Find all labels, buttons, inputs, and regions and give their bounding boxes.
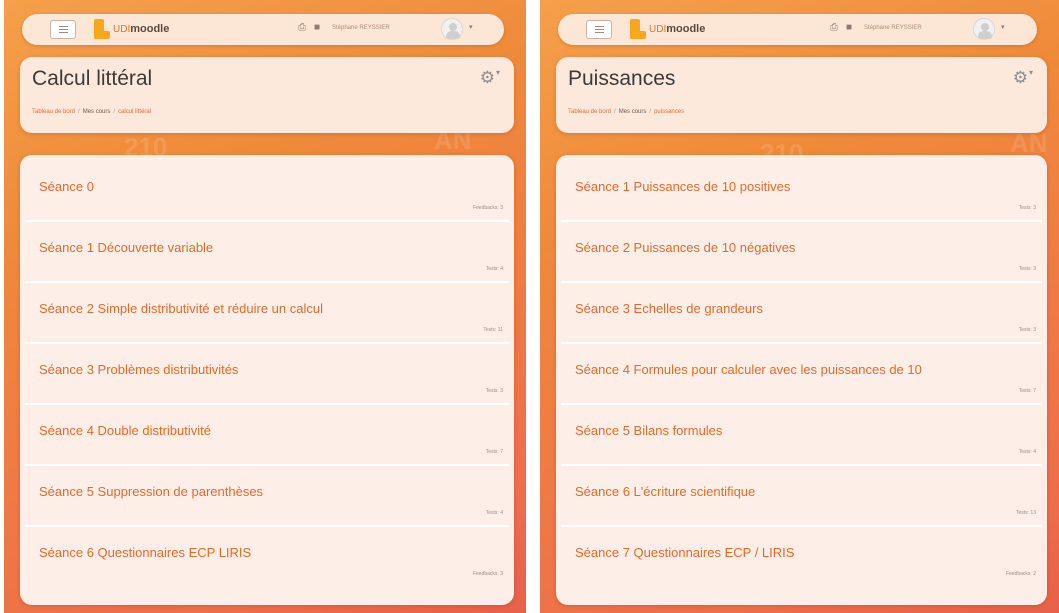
section-link[interactable]: Séance 7 Questionnaires ECP / LIRIS	[575, 545, 794, 560]
message-icon[interactable]: ■	[846, 22, 852, 33]
user-name[interactable]: Stéphane REYSSIER	[332, 25, 390, 31]
gear-icon[interactable]: ⚙▾	[1013, 68, 1033, 87]
section-activity-count: Tests: 13	[1015, 510, 1036, 516]
breadcrumb-my-courses[interactable]: Mes cours	[83, 109, 111, 115]
course-sections-list: Séance 0 Feedbacks: 3 Séance 1 Découvert…	[20, 155, 514, 605]
hamburger-icon[interactable]	[50, 20, 76, 39]
section-activity-count: Tests: 4	[485, 266, 503, 272]
section-link[interactable]: Séance 3 Problèmes distributivités	[39, 362, 238, 377]
course-section[interactable]: Séance 6 Questionnaires ECP LIRIS Feedba…	[25, 527, 509, 588]
course-window-calcul-litteral: 210 AN UDImoodle ⎙ ■ Stéphane REYSSIER ▾…	[4, 0, 526, 613]
top-navbar: UDImoodle ⎙ ■ Stéphane REYSSIER ▾	[558, 14, 1037, 45]
section-link[interactable]: Séance 1 Découverte variable	[39, 240, 213, 255]
section-link[interactable]: Séance 0	[39, 179, 94, 194]
section-link[interactable]: Séance 1 Puissances de 10 positives	[575, 179, 790, 194]
course-section[interactable]: Séance 4 Double distributivité Tests: 7	[25, 405, 509, 466]
page-title: Calcul littéral	[32, 67, 153, 90]
course-section[interactable]: Séance 3 Echelles de grandeurs Tests: 3	[561, 283, 1042, 344]
logo-name: moodle	[666, 23, 706, 35]
logo-mark	[94, 19, 110, 39]
section-activity-count: Feedbacks: 2	[1005, 571, 1036, 577]
user-avatar-icon[interactable]	[973, 18, 995, 40]
section-activity-count: Feedbacks: 3	[472, 205, 503, 211]
breadcrumb-current-course[interactable]: puissances	[654, 109, 684, 115]
section-activity-count: Tests: 3	[485, 388, 503, 394]
page-header: Puissances Tableau de bord / Mes cours / pui…	[556, 57, 1047, 133]
course-section[interactable]: Séance 0 Feedbacks: 3	[25, 161, 509, 222]
course-section[interactable]: Séance 1 Découverte variable Tests: 4	[25, 222, 509, 283]
section-link[interactable]: Séance 2 Simple distributivité et réduir…	[39, 301, 323, 316]
printer-icon[interactable]: ⎙	[830, 22, 838, 33]
section-link[interactable]: Séance 6 Questionnaires ECP LIRIS	[39, 545, 251, 560]
course-section[interactable]: Séance 5 Bilans formules Tests: 4	[561, 405, 1042, 466]
course-section[interactable]: Séance 6 L'écriture scientifique Tests: …	[561, 466, 1042, 527]
section-link[interactable]: Séance 5 Suppression de parenthèses	[39, 484, 263, 499]
logo-mark	[630, 19, 646, 39]
course-section[interactable]: Séance 2 Puissances de 10 négatives Test…	[561, 222, 1042, 283]
course-section[interactable]: Séance 7 Questionnaires ECP / LIRIS Feed…	[561, 527, 1042, 588]
message-icon[interactable]: ■	[314, 22, 320, 33]
course-sections-list: Séance 1 Puissances de 10 positives Test…	[556, 155, 1047, 605]
chevron-down-icon[interactable]: ▾	[469, 23, 473, 31]
breadcrumb: Tableau de bord / Mes cours / calcul littéra…	[32, 109, 152, 115]
gear-icon[interactable]: ⚙▾	[480, 68, 500, 87]
page-header: Calcul littéral Tableau de bord / Mes cour…	[20, 57, 514, 133]
breadcrumb-dashboard[interactable]: Tableau de bord	[32, 109, 75, 115]
course-section[interactable]: Séance 3 Problèmes distributivités Tests…	[25, 344, 509, 405]
section-link[interactable]: Séance 2 Puissances de 10 négatives	[575, 240, 795, 255]
section-link[interactable]: Séance 3 Echelles de grandeurs	[575, 301, 763, 316]
page-title: Puissances	[568, 67, 676, 90]
hamburger-icon[interactable]	[586, 20, 612, 39]
course-section[interactable]: Séance 4 Formules pour calculer avec les…	[561, 344, 1042, 405]
section-link[interactable]: Séance 6 L'écriture scientifique	[575, 484, 755, 499]
chevron-down-icon[interactable]: ▾	[1029, 68, 1033, 77]
section-activity-count: Tests: 11	[483, 327, 503, 333]
user-avatar-icon[interactable]	[441, 18, 463, 40]
section-activity-count: Feedbacks: 3	[472, 571, 503, 577]
breadcrumb-dashboard[interactable]: Tableau de bord	[568, 109, 611, 115]
breadcrumb-current-course[interactable]: calcul littéral	[118, 109, 151, 115]
top-navbar: UDImoodle ⎙ ■ Stéphane REYSSIER ▾	[22, 14, 504, 45]
section-activity-count: Tests: 7	[1018, 388, 1036, 394]
section-activity-count: Tests: 3	[1018, 205, 1036, 211]
user-name[interactable]: Stéphane REYSSIER	[864, 25, 922, 31]
section-link[interactable]: Séance 4 Formules pour calculer avec les…	[575, 362, 922, 377]
logo-prefix: UDI	[113, 24, 131, 35]
chevron-down-icon[interactable]: ▾	[496, 68, 500, 77]
breadcrumb: Tableau de bord / Mes cours / puissances	[568, 109, 685, 115]
course-section[interactable]: Séance 2 Simple distributivité et réduir…	[25, 283, 509, 344]
logo-prefix: UDI	[649, 24, 667, 35]
section-activity-count: Tests: 3	[1018, 266, 1036, 272]
section-activity-count: Tests: 4	[485, 510, 503, 516]
course-section[interactable]: Séance 5 Suppression de parenthèses Test…	[25, 466, 509, 527]
chevron-down-icon[interactable]: ▾	[1001, 23, 1005, 31]
section-link[interactable]: Séance 5 Bilans formules	[575, 423, 722, 438]
section-link[interactable]: Séance 4 Double distributivité	[39, 423, 211, 438]
printer-icon[interactable]: ⎙	[298, 22, 306, 33]
course-window-puissances: 210 AN UDImoodle ⎙ ■ Stéphane REYSSIER ▾…	[540, 0, 1059, 613]
section-activity-count: Tests: 3	[1018, 327, 1036, 333]
section-activity-count: Tests: 7	[485, 449, 503, 455]
course-section[interactable]: Séance 1 Puissances de 10 positives Test…	[561, 161, 1042, 222]
section-activity-count: Tests: 4	[1018, 449, 1036, 455]
breadcrumb-my-courses[interactable]: Mes cours	[619, 109, 647, 115]
logo-name: moodle	[130, 23, 170, 35]
